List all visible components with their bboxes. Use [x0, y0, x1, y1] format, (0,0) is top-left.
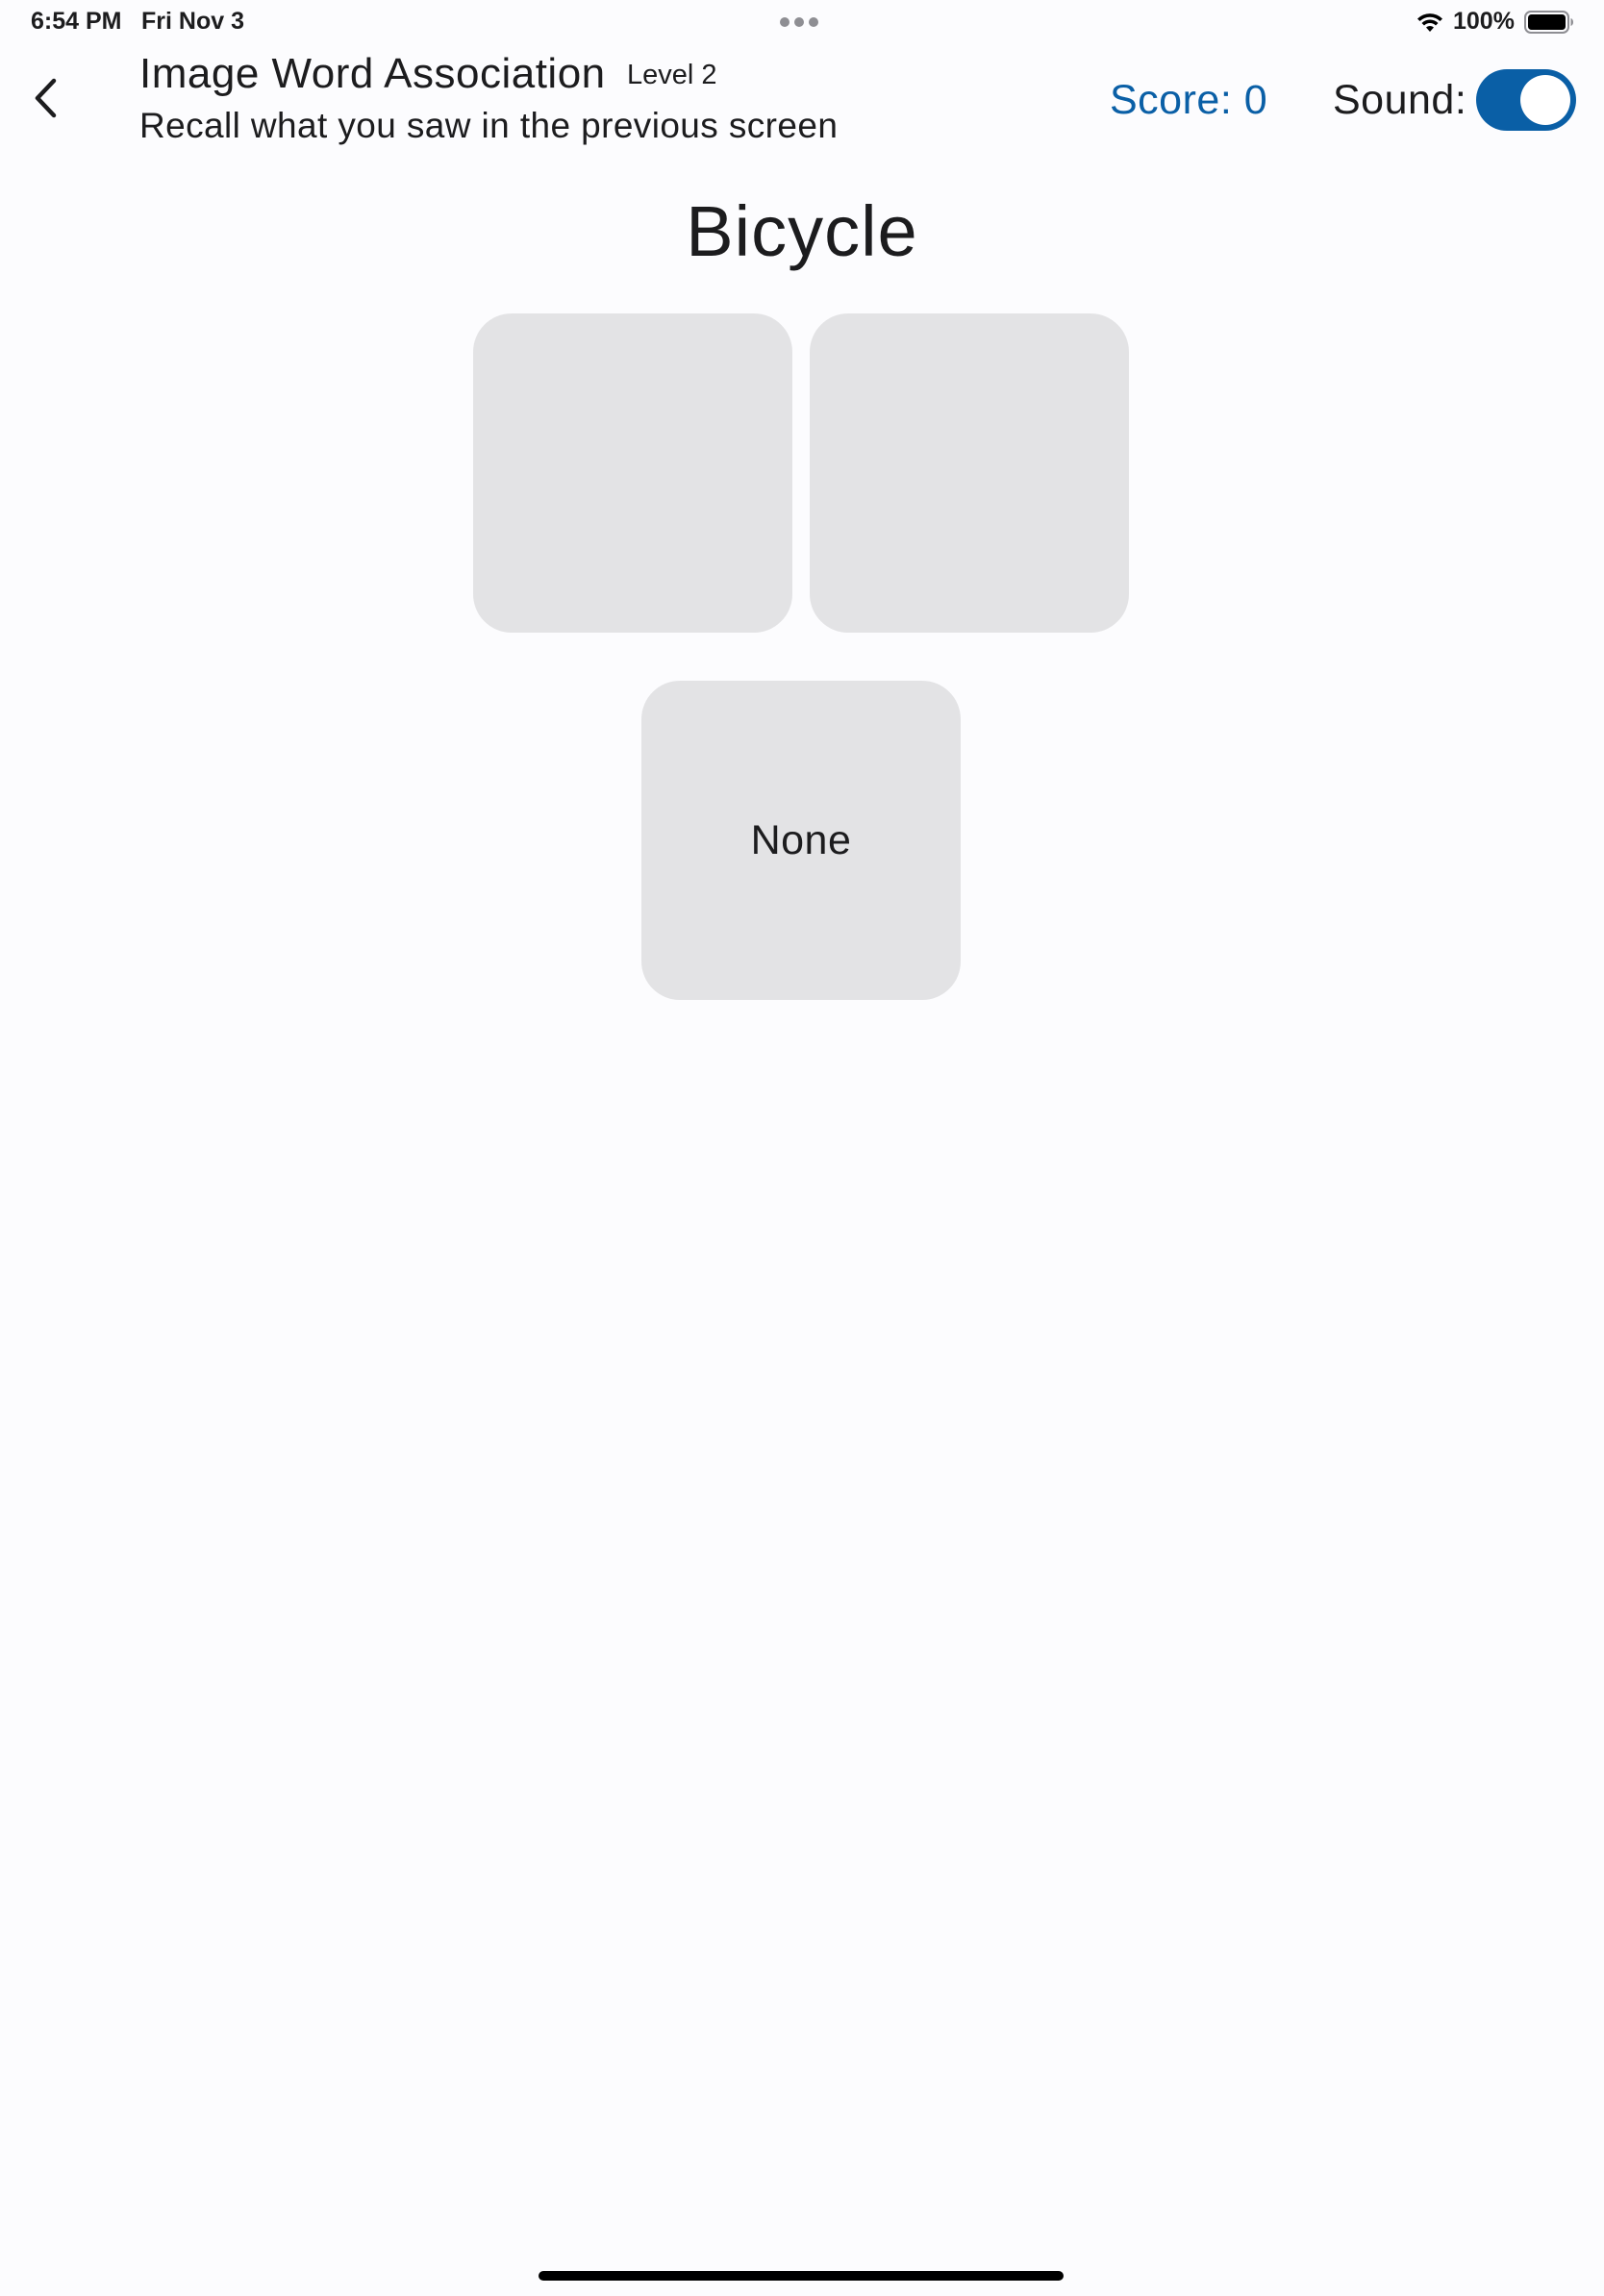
status-bar: 6:54 PM Fri Nov 3 100% [0, 0, 1604, 46]
status-time: 6:54 PM [31, 8, 122, 35]
home-indicator[interactable] [539, 2271, 1064, 2281]
prompt-word: Bicycle [686, 191, 918, 271]
sound-label: Sound: [1333, 77, 1467, 123]
answer-tile-2[interactable] [810, 313, 1129, 633]
status-date: Fri Nov 3 [141, 8, 244, 35]
level-label: Level 2 [627, 60, 717, 90]
none-tile-button[interactable]: None [641, 681, 961, 1000]
sound-toggle[interactable] [1476, 69, 1576, 131]
none-tile-label: None [750, 816, 852, 863]
multitask-ellipsis-icon[interactable] [780, 17, 818, 27]
score-label: Score: 0 [1110, 77, 1268, 123]
instructions-subtitle: Recall what you saw in the previous scre… [139, 106, 839, 145]
battery-icon [1524, 11, 1573, 34]
wifi-icon [1417, 13, 1442, 32]
back-button[interactable] [21, 69, 69, 127]
chevron-left-icon [35, 78, 57, 118]
answer-tile-1[interactable] [473, 313, 792, 633]
toggle-knob [1520, 75, 1570, 125]
battery-percentage: 100% [1453, 8, 1515, 35]
page-title: Image Word Association [139, 50, 606, 97]
